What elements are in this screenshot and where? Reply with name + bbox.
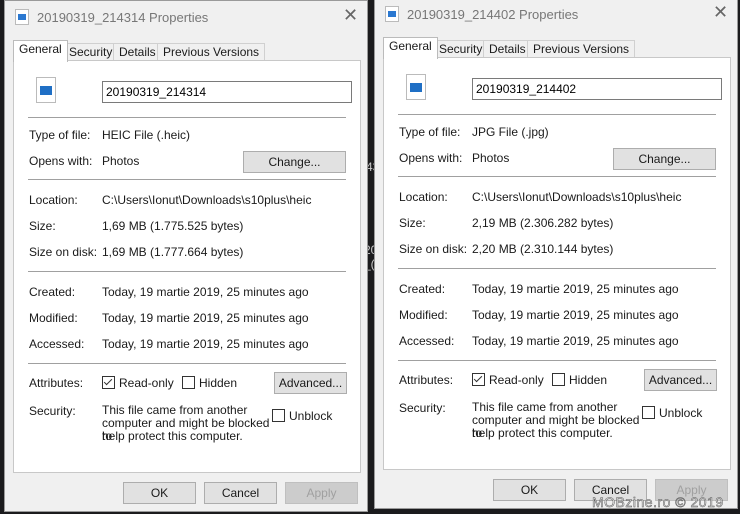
hidden-checkbox[interactable]: Hidden — [552, 373, 607, 387]
ok-button[interactable]: OK — [493, 479, 566, 501]
unblock-label: Unblock — [659, 406, 703, 420]
accessed-label: Accessed: — [29, 337, 85, 351]
cancel-button[interactable]: Cancel — [204, 482, 277, 504]
size-label: Size: — [29, 219, 56, 233]
checkbox-unchecked[interactable] — [182, 376, 195, 389]
image-file-icon — [36, 77, 56, 103]
opens-label: Opens with: — [29, 154, 93, 168]
opens-value: Photos — [472, 151, 510, 165]
checkbox-checked[interactable] — [102, 376, 115, 389]
divider — [398, 360, 716, 361]
divider — [28, 117, 346, 118]
location-label: Location: — [399, 190, 448, 204]
tab-previous-versions[interactable]: Previous Versions — [527, 40, 636, 58]
dialog-title: 20190319_214402 Properties — [407, 7, 579, 22]
modified-value: Today, 19 martie 2019, 25 minutes ago — [472, 308, 679, 322]
created-label: Created: — [399, 282, 446, 296]
hidden-label: Hidden — [569, 373, 608, 387]
change-button[interactable]: Change... — [613, 148, 716, 170]
tab-details[interactable]: Details — [483, 40, 532, 58]
change-button[interactable]: Change... — [243, 151, 346, 173]
size-value: 1,69 MB (1.775.525 bytes) — [102, 219, 244, 233]
divider — [28, 179, 346, 180]
tab-security[interactable]: Security — [63, 43, 119, 61]
general-panel: Type of file: JPG File (.jpg) Opens with… — [383, 57, 731, 470]
filename-input[interactable] — [102, 81, 352, 103]
attributes-label: Attributes: — [399, 373, 454, 387]
modified-label: Modified: — [29, 311, 78, 325]
checkbox-unchecked[interactable] — [642, 406, 655, 419]
accessed-value: Today, 19 martie 2019, 25 minutes ago — [472, 334, 679, 348]
general-panel: Type of file: HEIC File (.heic) Opens wi… — [13, 60, 361, 473]
location-value: C:\Users\Ionut\Downloads\s10plus\heic — [102, 193, 312, 207]
type-label: Type of file: — [399, 125, 461, 139]
location-label: Location: — [29, 193, 78, 207]
image-file-icon — [406, 74, 426, 100]
readonly-label: Read-only — [489, 373, 544, 387]
divider — [398, 176, 716, 177]
readonly-checkbox[interactable]: Read-only — [102, 376, 174, 390]
security-message-line: help protect this computer. — [472, 426, 613, 440]
image-file-icon — [385, 6, 399, 22]
modified-label: Modified: — [399, 308, 448, 322]
checkbox-checked[interactable] — [472, 373, 485, 386]
created-value: Today, 19 martie 2019, 25 minutes ago — [102, 285, 309, 299]
size-on-disk-label: Size on disk: — [29, 245, 98, 259]
type-value: HEIC File (.heic) — [102, 128, 191, 142]
checkbox-unchecked[interactable] — [552, 373, 565, 386]
divider — [28, 363, 346, 364]
properties-dialog: 20190319_214402 Properties ✕ General Sec… — [374, 0, 738, 509]
advanced-button[interactable]: Advanced... — [274, 372, 347, 394]
security-label: Security: — [399, 401, 446, 415]
readonly-checkbox[interactable]: Read-only — [472, 373, 544, 387]
advanced-button[interactable]: Advanced... — [644, 369, 717, 391]
opens-label: Opens with: — [399, 151, 463, 165]
divider — [28, 271, 346, 272]
created-label: Created: — [29, 285, 76, 299]
ok-button[interactable]: OK — [123, 482, 196, 504]
size-value: 2,19 MB (2.306.282 bytes) — [472, 216, 614, 230]
unblock-checkbox[interactable]: Unblock — [642, 406, 702, 420]
attributes-label: Attributes: — [29, 376, 84, 390]
hidden-checkbox[interactable]: Hidden — [182, 376, 237, 390]
security-message-line: help protect this computer. — [102, 429, 243, 443]
close-icon[interactable]: ✕ — [343, 5, 358, 26]
readonly-label: Read-only — [119, 376, 174, 390]
filename-input[interactable] — [472, 78, 722, 100]
size-on-disk-label: Size on disk: — [399, 242, 468, 256]
size-label: Size: — [399, 216, 426, 230]
tab-previous-versions[interactable]: Previous Versions — [157, 43, 266, 61]
type-label: Type of file: — [29, 128, 91, 142]
accessed-value: Today, 19 martie 2019, 25 minutes ago — [102, 337, 309, 351]
close-icon[interactable]: ✕ — [713, 2, 728, 23]
dialog-title: 20190319_214314 Properties — [37, 10, 209, 25]
size-on-disk-value: 1,69 MB (1.777.664 bytes) — [102, 245, 244, 259]
divider — [398, 268, 716, 269]
tab-general[interactable]: General — [13, 40, 68, 62]
tab-general[interactable]: General — [383, 37, 438, 59]
image-file-icon — [15, 9, 29, 25]
apply-button[interactable]: Apply — [285, 482, 358, 504]
security-label: Security: — [29, 404, 76, 418]
checkbox-unchecked[interactable] — [272, 409, 285, 422]
modified-value: Today, 19 martie 2019, 25 minutes ago — [102, 311, 309, 325]
location-value: C:\Users\Ionut\Downloads\s10plus\heic — [472, 190, 682, 204]
unblock-label: Unblock — [289, 409, 333, 423]
opens-value: Photos — [102, 154, 140, 168]
created-value: Today, 19 martie 2019, 25 minutes ago — [472, 282, 679, 296]
tab-details[interactable]: Details — [113, 43, 162, 61]
properties-dialog: 20190319_214314 Properties ✕ General Sec… — [4, 0, 368, 512]
hidden-label: Hidden — [199, 376, 238, 390]
type-value: JPG File (.jpg) — [472, 125, 549, 139]
tab-security[interactable]: Security — [433, 40, 489, 58]
size-on-disk-value: 2,20 MB (2.310.144 bytes) — [472, 242, 614, 256]
unblock-checkbox[interactable]: Unblock — [272, 409, 332, 423]
watermark: MOBzine.ro © 2019 — [592, 494, 724, 511]
divider — [398, 114, 716, 115]
accessed-label: Accessed: — [399, 334, 455, 348]
